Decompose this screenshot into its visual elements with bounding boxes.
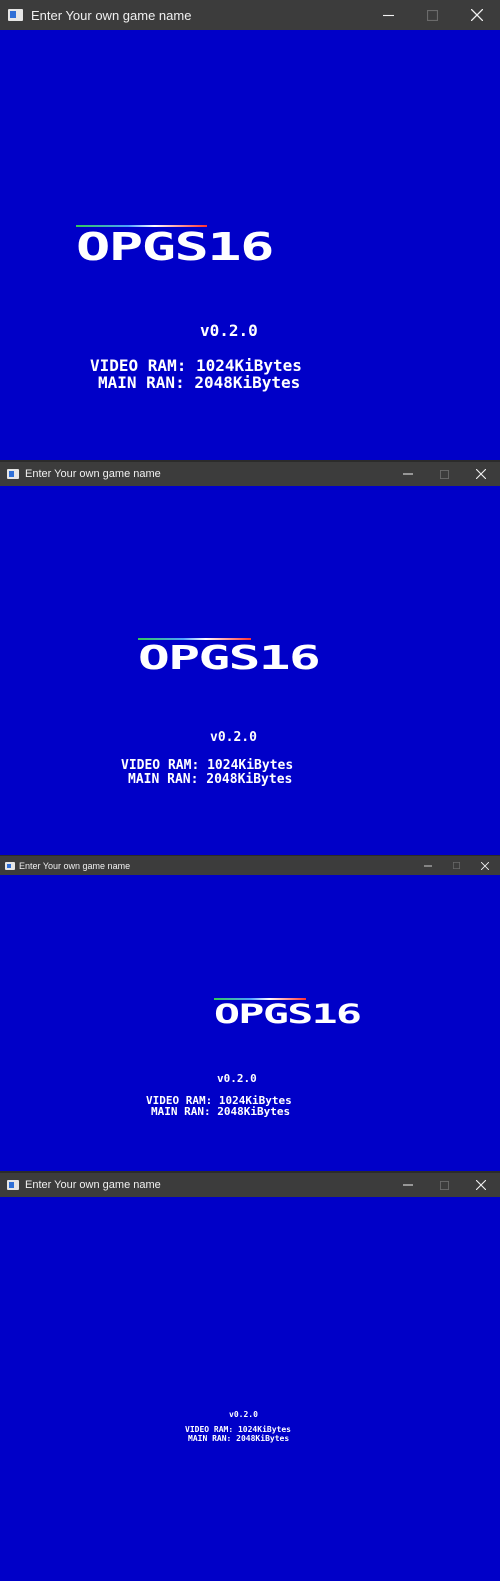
main-ram-text: MAIN RAN: 2048KiBytes (98, 373, 301, 392)
main-ram-text: MAIN RAN: 2048KiBytes (128, 772, 293, 787)
maximize-button[interactable] (442, 856, 470, 875)
close-icon (476, 1180, 486, 1190)
title-bar[interactable]: Enter Your own game name (0, 0, 500, 30)
window-controls (390, 462, 500, 486)
maximize-button[interactable] (410, 0, 454, 30)
close-icon (481, 861, 489, 870)
title-bar[interactable]: Enter Your own game name (0, 462, 500, 486)
maximize-button[interactable] (426, 1173, 462, 1197)
maximize-icon (439, 1180, 449, 1190)
video-ram-text: VIDEO RAM: 1024KiBytes (121, 758, 294, 773)
close-button[interactable] (454, 0, 500, 30)
logo-text: OPGS16 (138, 638, 321, 677)
maximize-icon (439, 469, 449, 479)
window-controls (366, 0, 500, 30)
app-icon (8, 9, 23, 21)
version-text: v0.2.0 (210, 730, 257, 745)
window-controls (414, 856, 500, 875)
minimize-icon (403, 473, 413, 475)
main-ram-text: MAIN RAN: 2048KiBytes (151, 1105, 291, 1118)
main-ram-text: MAIN RAN: 2048KiBytes (188, 1434, 290, 1443)
game-window-4: Enter Your own game name v0.2.0 VIDEO RA… (0, 1173, 500, 1581)
maximize-icon (426, 9, 438, 21)
minimize-icon (403, 1184, 413, 1186)
window-title: Enter Your own game name (25, 468, 161, 480)
window-title: Enter Your own game name (25, 1179, 161, 1191)
minimize-button[interactable] (390, 1173, 426, 1197)
game-window-3: Enter Your own game name OPGS16 v0.2.0 V… (0, 856, 500, 1171)
minimize-button[interactable] (414, 856, 442, 875)
version-text: v0.2.0 (217, 1072, 257, 1085)
game-screen: OPGS16 v0.2.0 VIDEO RAM: 1024KiBytes MAI… (0, 875, 500, 1171)
logo: OPGS16 (138, 638, 321, 674)
window-controls (390, 1173, 500, 1197)
game-window-1: Enter Your own game name OPGS16 v0.2.0 V… (0, 0, 500, 460)
maximize-button[interactable] (426, 462, 462, 486)
close-button[interactable] (470, 856, 500, 875)
window-title: Enter Your own game name (31, 7, 192, 23)
version-text: v0.2.0 (200, 321, 258, 340)
minimize-icon (382, 14, 394, 16)
window-title: Enter Your own game name (19, 860, 131, 871)
app-icon (5, 861, 15, 870)
minimize-button[interactable] (390, 462, 426, 486)
game-screen: v0.2.0 VIDEO RAM: 1024KiBytes MAIN RAN: … (0, 1197, 500, 1581)
close-button[interactable] (462, 462, 500, 486)
close-icon (471, 9, 483, 21)
game-screen: OPGS16 v0.2.0 VIDEO RAM: 1024KiBytes MAI… (0, 30, 500, 460)
video-ram-text: VIDEO RAM: 1024KiBytes (185, 1425, 291, 1434)
version-text: v0.2.0 (229, 1410, 258, 1419)
close-icon (476, 469, 486, 479)
minimize-button[interactable] (366, 0, 410, 30)
title-bar[interactable]: Enter Your own game name (0, 1173, 500, 1197)
logo: OPGS16 (214, 998, 362, 1028)
title-bar[interactable]: Enter Your own game name (0, 856, 500, 875)
game-window-2: Enter Your own game name OPGS16 v0.2.0 V… (0, 462, 500, 855)
logo-text: OPGS16 (214, 999, 362, 1030)
game-screen: OPGS16 v0.2.0 VIDEO RAM: 1024KiBytes MAI… (0, 486, 500, 855)
minimize-icon (424, 865, 432, 866)
logo-text: OPGS16 (76, 225, 274, 269)
app-icon (7, 469, 19, 479)
maximize-icon (452, 862, 460, 869)
app-icon (7, 1180, 19, 1190)
logo: OPGS16 (76, 225, 274, 266)
close-button[interactable] (462, 1173, 500, 1197)
